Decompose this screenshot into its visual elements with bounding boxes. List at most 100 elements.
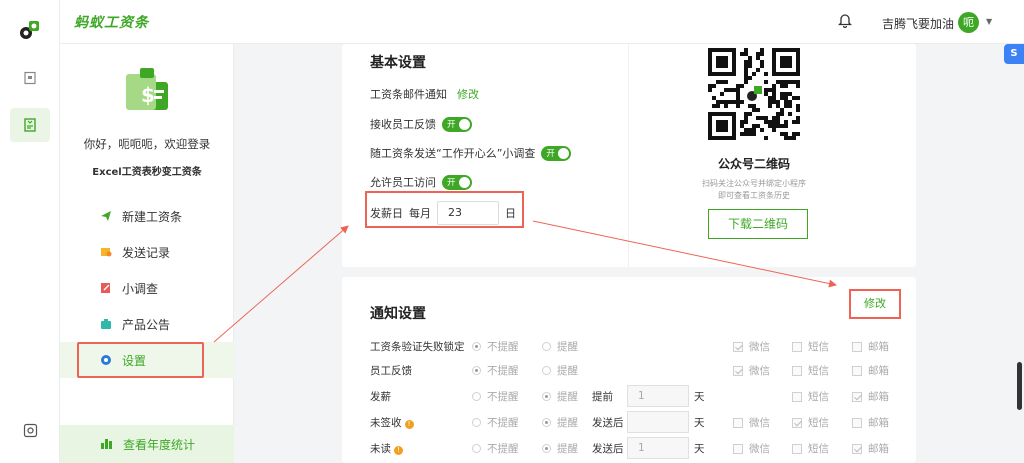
checkbox-email[interactable]: 邮箱: [852, 363, 889, 378]
timing-label: 发送后: [592, 443, 624, 455]
chevron-down-icon[interactable]: ▼: [986, 17, 992, 26]
days-input[interactable]: 1: [627, 385, 689, 407]
visit-label: 允许员工访问: [370, 176, 436, 189]
qr-desc-line1: 扫码关注公众号并绑定小程序: [702, 179, 806, 188]
survey-icon: [100, 282, 112, 294]
svg-text:$: $: [141, 83, 155, 107]
sidebar-item-announcement[interactable]: 产品公告: [60, 306, 234, 342]
notification-row-label: 员工反馈: [370, 365, 412, 377]
checkbox-wechat[interactable]: 微信: [733, 415, 770, 430]
payday-input[interactable]: 23: [437, 201, 499, 225]
radio-no-remind[interactable]: 不提醒: [472, 339, 519, 354]
avatar[interactable]: 呃: [958, 12, 979, 33]
checkbox-sms[interactable]: 短信: [792, 339, 829, 354]
checkbox-sms[interactable]: 短信: [792, 441, 829, 456]
checkbox-sms[interactable]: 短信: [792, 363, 829, 378]
feedback-toggle[interactable]: 开: [442, 116, 472, 132]
checkbox-email[interactable]: 邮箱: [852, 441, 889, 456]
qr-code-image: [708, 48, 800, 140]
annotation-highlight-box: [77, 342, 204, 378]
radio-remind[interactable]: 提醒: [542, 389, 578, 404]
day-unit: 天: [694, 443, 705, 455]
radio-remind[interactable]: 提醒: [542, 339, 578, 354]
visit-row: 允许员工访问 开: [370, 174, 472, 190]
checkbox-email[interactable]: 邮箱: [852, 389, 889, 404]
record-icon: [100, 246, 112, 258]
visit-toggle[interactable]: 开: [442, 174, 472, 190]
payday-row: 发薪日 每月 23 日: [370, 201, 516, 225]
radio-no-remind[interactable]: 不提醒: [472, 415, 519, 430]
radio-remind[interactable]: 提醒: [542, 441, 578, 456]
checkbox-sms[interactable]: 短信: [792, 415, 829, 430]
checkbox-sms[interactable]: 短信: [792, 389, 829, 404]
document-icon[interactable]: [20, 68, 40, 88]
survey-label: 随工资条发送“工作开心么”小调查: [370, 147, 536, 160]
timing-label: 发送后: [592, 417, 624, 429]
payday-suffix: 日: [505, 207, 516, 220]
radio-no-remind[interactable]: 不提醒: [472, 363, 519, 378]
divider: [628, 44, 629, 267]
app-logo-icon[interactable]: [18, 18, 42, 42]
payroll-icon[interactable]: [10, 108, 50, 142]
annual-stats-label: 查看年度统计: [123, 437, 196, 452]
notification-settings-card: 通知设置 修改 工资条验证失败锁定 不提醒 提醒 微信 短信 邮箱 员工反馈 不提醒 提醒 微信短…: [342, 277, 916, 463]
notification-row: 员工反馈 不提醒 提醒 微信 短信 邮箱: [370, 359, 910, 381]
email-notice-row: 工资条邮件通知 修改: [370, 86, 479, 102]
sidebar-item-settings[interactable]: 设置: [60, 342, 234, 378]
survey-row: 随工资条发送“工作开心么”小调查 开: [370, 145, 572, 161]
checkbox-wechat[interactable]: 微信: [733, 363, 770, 378]
welcome-text: 你好，呃呃呃，欢迎登录: [83, 137, 211, 151]
feedback-row: 接收员工反馈 开: [370, 116, 472, 132]
qr-desc-line2: 即可查看工资条历史: [718, 191, 790, 200]
download-qr-button[interactable]: 下载二维码: [708, 209, 808, 239]
warning-icon: !: [404, 420, 414, 429]
paper-plane-icon: [100, 210, 112, 222]
slogan-text: Excel工资表秒变工资条: [92, 167, 202, 178]
warning-icon: !: [394, 446, 403, 455]
checkbox-wechat[interactable]: 微信: [733, 339, 770, 354]
annotation-arrow: [213, 225, 349, 343]
sidebar-item-label: 小调查: [122, 281, 159, 296]
payday-label: 发薪日: [370, 207, 403, 220]
brand-title: 蚂蚁工资条: [74, 15, 149, 31]
basic-settings-card: 基本设置 工资条邮件通知 修改 接收员工反馈 开 随工资条发送“工作开心么”小调…: [342, 44, 916, 267]
checkbox-email[interactable]: 邮箱: [852, 415, 889, 430]
annual-stats-button[interactable]: 查看年度统计: [60, 425, 234, 463]
qr-description: 扫码关注公众号并绑定小程序 即可查看工资条历史: [674, 178, 834, 202]
timing-label: 提前: [592, 391, 613, 403]
days-input[interactable]: [627, 411, 689, 433]
sidebar-item-label: 产品公告: [122, 317, 171, 332]
checkbox-email[interactable]: 邮箱: [852, 339, 889, 354]
settings-box-icon[interactable]: [20, 420, 40, 440]
radio-no-remind[interactable]: 不提醒: [472, 441, 519, 456]
email-notice-edit-link[interactable]: 修改: [457, 86, 479, 102]
radio-remind[interactable]: 提醒: [542, 363, 578, 378]
top-bar: 蚂蚁工资条 吉腾飞要加油 呃 ▼: [60, 0, 1024, 44]
sidebar-item-survey[interactable]: 小调查: [60, 270, 234, 306]
notification-row-label: 工资条验证失败锁定: [370, 341, 465, 353]
username[interactable]: 吉腾飞要加油: [882, 15, 954, 32]
radio-no-remind[interactable]: 不提醒: [472, 389, 519, 404]
survey-toggle[interactable]: 开: [541, 145, 572, 161]
sidebar-item-label: 新建工资条: [122, 209, 183, 224]
floating-assistant-button[interactable]: S: [1004, 44, 1024, 64]
notification-row-label: 未签收!: [370, 415, 414, 430]
days-input[interactable]: 1: [627, 437, 689, 459]
notification-edit-button[interactable]: 修改: [849, 289, 901, 319]
radio-remind[interactable]: 提醒: [542, 415, 578, 430]
notification-row: 发薪 不提醒 提醒 提前 1 天 短信 邮箱: [370, 385, 910, 407]
icon-rail: [0, 0, 60, 463]
scrollbar-thumb[interactable]: [1017, 362, 1022, 410]
checkbox-wechat[interactable]: 微信: [733, 441, 770, 456]
day-unit: 天: [694, 417, 705, 429]
sidebar: $ 你好，呃呃呃，欢迎登录 Excel工资表秒变工资条 新建工资条 发送记录 小…: [60, 44, 234, 463]
sidebar-item-send-records[interactable]: 发送记录: [60, 234, 234, 270]
notification-row: 工资条验证失败锁定 不提醒 提醒 微信 短信 邮箱: [370, 335, 910, 357]
sidebar-item-new-payslip[interactable]: 新建工资条: [60, 198, 234, 234]
qr-title: 公众号二维码: [717, 157, 790, 171]
feedback-label: 接收员工反馈: [370, 118, 436, 131]
bar-chart-icon: [100, 437, 113, 452]
bell-icon[interactable]: [838, 12, 852, 28]
day-unit: 天: [694, 391, 705, 403]
notification-row: 未签收! 不提醒 提醒 发送后 天 微信 短信 邮箱: [370, 411, 910, 433]
